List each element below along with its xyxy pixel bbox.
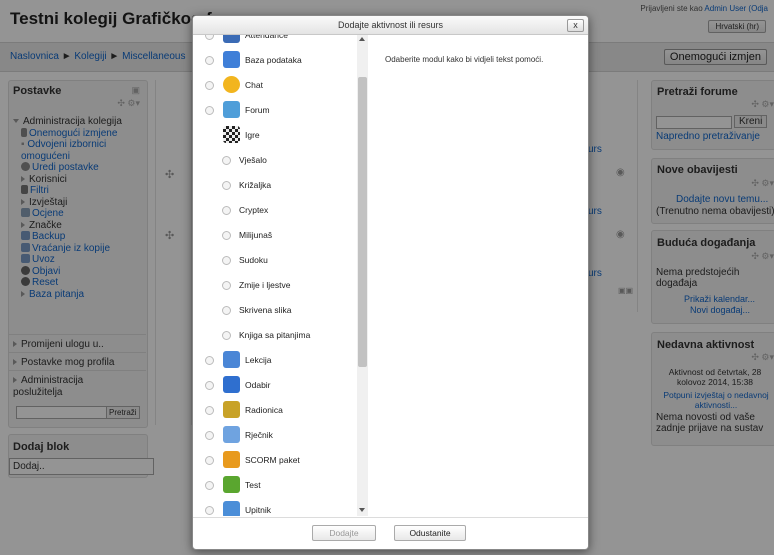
- module-option[interactable]: Baza podataka: [199, 50, 361, 72]
- dialog-header: Dodajte aktivnost ili resurs x: [193, 16, 588, 35]
- module-radio[interactable]: [222, 206, 231, 215]
- module-option[interactable]: Lekcija: [199, 350, 361, 372]
- module-label: Odabir: [245, 380, 271, 390]
- module-radio[interactable]: [205, 431, 214, 440]
- forum-icon: [223, 101, 240, 118]
- module-label: Radionica: [245, 405, 283, 415]
- module-label: Rječnik: [245, 430, 273, 440]
- module-radio[interactable]: [205, 106, 214, 115]
- quiz-icon: [223, 476, 240, 493]
- glossary-icon: [223, 426, 240, 443]
- module-label: Upitnik: [245, 505, 271, 515]
- module-label: Knjiga sa pitanjima: [239, 330, 311, 340]
- module-radio[interactable]: [205, 506, 214, 515]
- scroll-up-icon[interactable]: [359, 37, 365, 41]
- module-option[interactable]: Zmije i ljestve: [199, 275, 361, 297]
- module-option[interactable]: Chat: [199, 75, 361, 97]
- database-icon: [223, 51, 240, 68]
- module-label: Lekcija: [245, 355, 272, 365]
- close-button[interactable]: x: [567, 19, 584, 32]
- module-label: Attendance: [245, 35, 289, 40]
- module-option[interactable]: Forum: [199, 100, 361, 122]
- module-radio[interactable]: [222, 256, 231, 265]
- chat-icon: [223, 76, 240, 93]
- module-label: Zmije i ljestve: [239, 280, 291, 290]
- help-text: Odaberite modul kako bi vidjeli tekst po…: [385, 55, 544, 64]
- module-label: Milijunaš: [239, 230, 273, 240]
- module-radio[interactable]: [205, 381, 214, 390]
- module-option[interactable]: Sudoku: [199, 250, 361, 272]
- module-option[interactable]: Knjiga sa pitanjima: [199, 325, 361, 347]
- module-label: Skrivena slika: [239, 305, 292, 315]
- module-radio[interactable]: [222, 231, 231, 240]
- module-label: Forum: [245, 105, 270, 115]
- module-option[interactable]: Križaljka: [199, 175, 361, 197]
- module-list: Attendance Baza podataka Chat Forum Igre Vješ…: [199, 35, 361, 516]
- module-label: SCORM paket: [245, 455, 300, 465]
- module-label: Cryptex: [239, 205, 269, 215]
- module-option[interactable]: Test: [199, 475, 361, 497]
- module-option[interactable]: Vješalo: [199, 150, 361, 172]
- module-radio[interactable]: [205, 56, 214, 65]
- module-list-scrollbar[interactable]: [357, 35, 368, 516]
- lesson-icon: [223, 351, 240, 368]
- module-label: Igre: [245, 130, 260, 140]
- module-label: Test: [245, 480, 261, 490]
- module-label: Križaljka: [239, 180, 272, 190]
- dialog-divider: [193, 517, 588, 518]
- module-option[interactable]: Attendance: [199, 35, 361, 47]
- feedback-icon: [223, 501, 240, 516]
- add-button[interactable]: Dodajte: [312, 525, 376, 541]
- module-label: Chat: [245, 80, 263, 90]
- module-radio[interactable]: [205, 356, 214, 365]
- add-activity-dialog: Dodajte aktivnost ili resurs x Attendanc…: [192, 15, 589, 550]
- module-radio[interactable]: [222, 306, 231, 315]
- module-radio[interactable]: [222, 331, 231, 340]
- cancel-button[interactable]: Odustanite: [394, 525, 466, 541]
- module-option[interactable]: Radionica: [199, 400, 361, 422]
- module-radio[interactable]: [222, 281, 231, 290]
- scroll-thumb[interactable]: [358, 77, 367, 367]
- module-radio[interactable]: [205, 81, 214, 90]
- module-label: Baza podataka: [245, 55, 302, 65]
- module-option[interactable]: SCORM paket: [199, 450, 361, 472]
- scorm-icon: [223, 451, 240, 468]
- module-option[interactable]: Cryptex: [199, 200, 361, 222]
- module-option[interactable]: Igre: [199, 125, 361, 147]
- dialog-title: Dodajte aktivnost ili resurs: [337, 20, 444, 30]
- game-icon: [223, 126, 240, 143]
- module-radio[interactable]: [205, 481, 214, 490]
- module-label: Vješalo: [239, 155, 267, 165]
- choice-icon: [223, 376, 240, 393]
- module-radio[interactable]: [205, 406, 214, 415]
- module-radio[interactable]: [222, 156, 231, 165]
- module-radio[interactable]: [205, 35, 214, 40]
- module-option[interactable]: Upitnik: [199, 500, 361, 516]
- module-option[interactable]: Rječnik: [199, 425, 361, 447]
- module-label: Sudoku: [239, 255, 268, 265]
- workshop-icon: [223, 401, 240, 418]
- module-option[interactable]: Skrivena slika: [199, 300, 361, 322]
- module-radio[interactable]: [205, 456, 214, 465]
- attendance-icon: [223, 35, 240, 43]
- module-radio[interactable]: [222, 181, 231, 190]
- module-option[interactable]: Odabir: [199, 375, 361, 397]
- scroll-down-icon[interactable]: [359, 508, 365, 512]
- module-option[interactable]: Milijunaš: [199, 225, 361, 247]
